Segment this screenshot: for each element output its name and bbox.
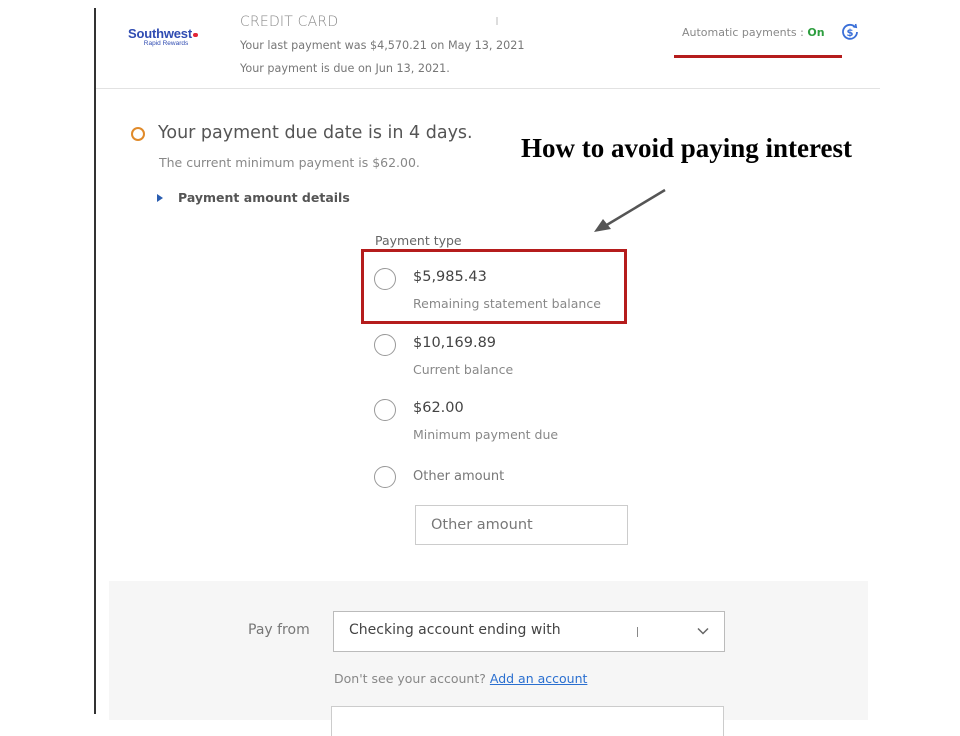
logo-subtitle: Rapid Rewards: [143, 40, 189, 47]
option-amount: $62.00: [413, 400, 464, 416]
account-header: Southwest Rapid Rewards CREDIT CARD Your…: [96, 0, 880, 89]
payment-type-label: Payment type: [375, 233, 462, 248]
autopay-highlight-underline: [674, 55, 842, 58]
radio-button[interactable]: [374, 466, 396, 488]
radio-button[interactable]: [374, 334, 396, 356]
payment-amount-details-toggle[interactable]: Payment amount details: [155, 190, 350, 205]
card-title: CREDIT CARD: [240, 14, 339, 30]
autopay-label: Automatic payments :: [682, 26, 808, 39]
add-account-link[interactable]: Add an account: [490, 671, 588, 686]
chevron-down-icon: [697, 627, 709, 635]
redacted-mark: [496, 17, 498, 25]
due-date-text: Your payment is due on Jun 13, 2021.: [240, 62, 450, 75]
refresh-dollar-icon[interactable]: $: [840, 22, 860, 42]
minimum-payment-text: The current minimum payment is $62.00.: [159, 155, 420, 170]
next-field-cutoff[interactable]: [331, 706, 724, 736]
annotation-highlight-box: [361, 249, 627, 324]
details-toggle-label: Payment amount details: [178, 190, 350, 205]
other-amount-input[interactable]: [415, 505, 628, 545]
radio-button[interactable]: [374, 399, 396, 421]
pay-from-label: Pay from: [248, 622, 310, 638]
southwest-logo: Southwest Rapid Rewards: [118, 26, 208, 47]
caret-right-icon: [157, 193, 163, 202]
pay-from-selected-value: Checking account ending with: [349, 622, 561, 638]
annotation-arrow-icon: [594, 188, 666, 232]
no-account-text: Don't see your account?: [334, 671, 490, 686]
autopay-status-value: On: [807, 26, 825, 39]
svg-text:$: $: [847, 28, 854, 39]
option-label: Other amount: [413, 469, 505, 484]
heart-icon: [192, 33, 198, 37]
automatic-payments-status[interactable]: Automatic payments : On: [682, 26, 825, 39]
annotation-text: How to avoid paying interest: [521, 133, 853, 163]
page-left-border: [94, 8, 96, 714]
no-account-hint: Don't see your account? Add an account: [334, 671, 587, 686]
circle-outline-icon: [131, 127, 145, 141]
redacted-account-digits: [637, 627, 638, 637]
pay-from-select[interactable]: Checking account ending with: [333, 611, 725, 652]
option-description: Minimum payment due: [413, 427, 559, 442]
option-amount: $10,169.89: [413, 335, 497, 351]
logo-brand: Southwest: [128, 26, 192, 41]
last-payment-text: Your last payment was $4,570.21 on May 1…: [240, 39, 525, 52]
option-description: Current balance: [413, 362, 514, 377]
due-alert-title: Your payment due date is in 4 days.: [158, 123, 473, 143]
